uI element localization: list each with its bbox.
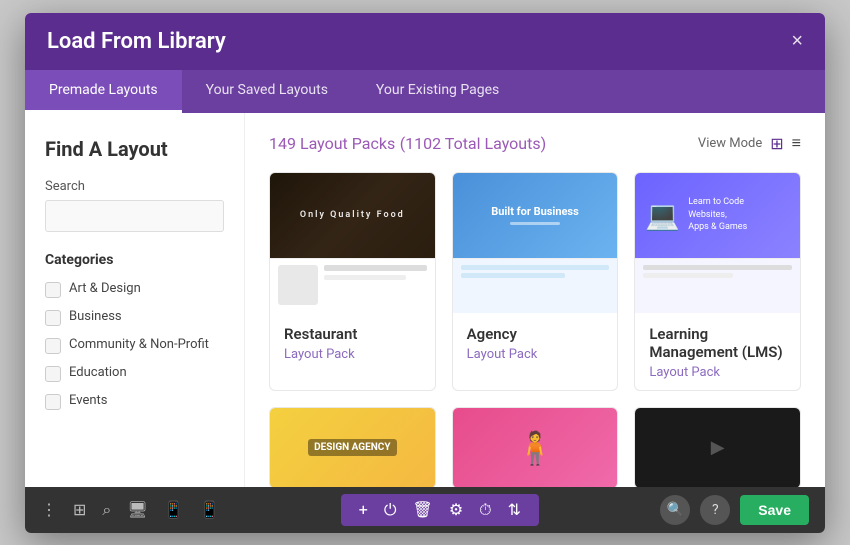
grid-view-icon[interactable]: ⊞ [770, 134, 783, 153]
card-image-restaurant: Only Quality Food [270, 173, 435, 313]
category-label-art: Art & Design [69, 280, 141, 298]
layout-card-fashion[interactable]: 🧍 [452, 407, 619, 487]
phone-icon[interactable]: 📱 [200, 500, 220, 519]
card-image-top-design: DESIGN AGENCY [270, 408, 435, 487]
category-education[interactable]: Education [45, 364, 224, 382]
categories-title: Categories [45, 252, 224, 268]
sidebar-title: Find A Layout [45, 137, 224, 161]
card-image-bottom-restaurant [270, 258, 435, 313]
card-image-top-dark: ▶ [635, 408, 800, 487]
category-checkbox-events[interactable] [45, 394, 61, 410]
modal-header: Load From Library × [25, 13, 825, 70]
view-mode: View Mode ⊞ ≡ [698, 133, 801, 153]
search-input[interactable] [45, 200, 224, 232]
layout-card-lms[interactable]: 💻 Learn to CodeWebsites,Apps & Games Lea… [634, 172, 801, 391]
content-header: 149 Layout Packs (1102 Total Layouts) Vi… [269, 133, 801, 154]
clock-icon[interactable]: ⏱ [479, 500, 491, 520]
category-label-events: Events [69, 392, 107, 410]
category-checkbox-art[interactable] [45, 282, 61, 298]
layout-card-agency[interactable]: Built for Business Agency [452, 172, 619, 391]
card-image-bottom-agency [453, 258, 618, 313]
category-checkbox-community[interactable] [45, 338, 61, 354]
layout-card-restaurant[interactable]: Only Quality Food Restaurant Layout [269, 172, 436, 391]
layout-card-design-agency[interactable]: DESIGN AGENCY [269, 407, 436, 487]
tab-saved[interactable]: Your Saved Layouts [182, 70, 352, 113]
category-checkbox-education[interactable] [45, 366, 61, 382]
help-circle-button[interactable]: ? [700, 495, 730, 525]
toolbar-right: 🔍 ? Save [660, 495, 809, 525]
category-label-business: Business [69, 308, 122, 326]
sidebar: Find A Layout Search Categories Art & De… [25, 113, 245, 487]
arrows-icon[interactable]: ⇅ [508, 500, 521, 519]
search-toolbar-icon[interactable]: ⌕ [102, 500, 111, 520]
save-button[interactable]: Save [740, 495, 809, 525]
card-image-bottom-lms [635, 258, 800, 313]
search-circle-button[interactable]: 🔍 [660, 495, 690, 525]
settings-icon[interactable]: ⚙ [449, 500, 463, 519]
modal-body: Find A Layout Search Categories Art & De… [25, 113, 825, 487]
close-button[interactable]: × [791, 31, 803, 51]
list-view-icon[interactable]: ≡ [792, 133, 801, 153]
card-info-agency: Agency Layout Pack [453, 313, 618, 372]
card-image-top-agency: Built for Business [453, 173, 618, 258]
card-info-restaurant: Restaurant Layout Pack [270, 313, 435, 372]
card-image-top-restaurant: Only Quality Food [270, 173, 435, 258]
toolbar-center: + ⏻ 🗑 ⚙ ⏱ ⇅ [341, 494, 539, 526]
bottom-toolbar: ⋮ ⊞ ⌕ 🖥 📱 📱 + ⏻ 🗑 ⚙ ⏱ ⇅ 🔍 ? Save [25, 487, 825, 533]
card-image-fashion: 🧍 [453, 408, 618, 487]
category-label-education: Education [69, 364, 127, 382]
card-image-design-agency: DESIGN AGENCY [270, 408, 435, 487]
search-label: Search [45, 179, 224, 194]
grid-icon[interactable]: ⊞ [73, 500, 86, 519]
tablet-icon[interactable]: 📱 [164, 500, 184, 519]
card-image-dark: ▶ [635, 408, 800, 487]
layout-grid: Only Quality Food Restaurant Layout [269, 172, 801, 487]
category-business[interactable]: Business [45, 308, 224, 326]
category-events[interactable]: Events [45, 392, 224, 410]
main-content: 149 Layout Packs (1102 Total Layouts) Vi… [245, 113, 825, 487]
card-info-lms: Learning Management (LMS) Layout Pack [635, 313, 800, 390]
layout-card-dark[interactable]: ▶ [634, 407, 801, 487]
trash-icon[interactable]: 🗑 [413, 500, 433, 519]
category-community[interactable]: Community & Non-Profit [45, 336, 224, 354]
card-image-top-lms: 💻 Learn to CodeWebsites,Apps & Games [635, 173, 800, 258]
modal-title: Load From Library [47, 29, 226, 54]
tabs-bar: Premade Layouts Your Saved Layouts Your … [25, 70, 825, 113]
category-checkbox-business[interactable] [45, 310, 61, 326]
tab-existing[interactable]: Your Existing Pages [352, 70, 523, 113]
tab-premade[interactable]: Premade Layouts [25, 70, 182, 113]
modal: Load From Library × Premade Layouts Your… [25, 13, 825, 533]
toolbar-left: ⋮ ⊞ ⌕ 🖥 📱 📱 [41, 500, 220, 520]
power-icon[interactable]: ⏻ [384, 500, 397, 520]
category-label-community: Community & Non-Profit [69, 336, 209, 354]
card-image-top-fashion: 🧍 [453, 408, 618, 487]
dots-icon[interactable]: ⋮ [41, 500, 57, 519]
layout-count: 149 Layout Packs (1102 Total Layouts) [269, 133, 546, 154]
card-image-lms: 💻 Learn to CodeWebsites,Apps & Games [635, 173, 800, 313]
card-image-agency: Built for Business [453, 173, 618, 313]
monitor-icon[interactable]: 🖥 [127, 500, 147, 519]
plus-icon[interactable]: + [359, 500, 368, 519]
category-art[interactable]: Art & Design [45, 280, 224, 298]
